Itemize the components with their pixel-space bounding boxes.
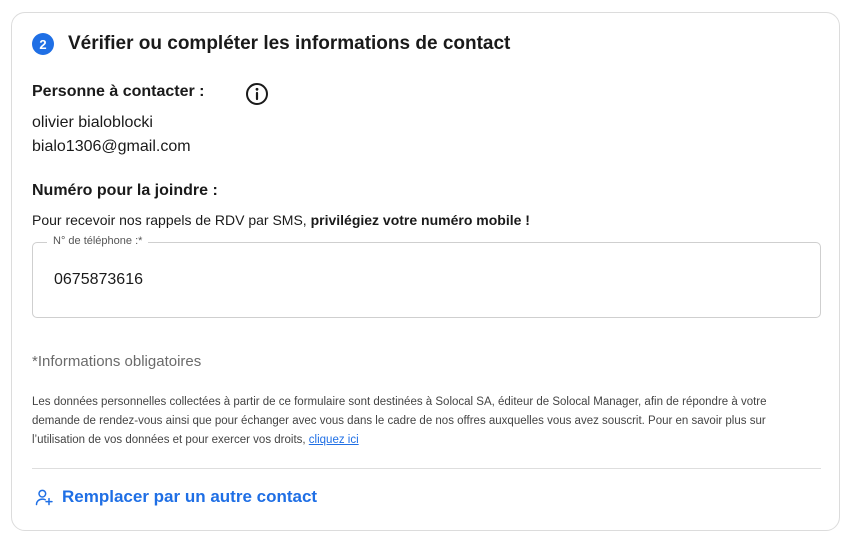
contact-name: olivier bialoblocki — [32, 114, 153, 131]
contact-person-label: Personne à contacter : — [32, 83, 205, 100]
contact-email: bialo1306@gmail.com — [32, 138, 191, 155]
sms-hint-emphasis: privilégiez votre numéro mobile ! — [310, 212, 530, 228]
legal-notice: Les données personnelles collectées à pa… — [32, 393, 817, 450]
info-icon[interactable] — [245, 82, 269, 106]
replace-contact-button[interactable]: Remplacer par un autre contact — [34, 487, 317, 507]
phone-section-label: Numéro pour la joindre : — [32, 182, 218, 199]
sms-hint: Pour recevoir nos rappels de RDV par SMS… — [32, 212, 530, 228]
sms-hint-text: Pour recevoir nos rappels de RDV par SMS… — [32, 212, 311, 228]
user-plus-icon — [35, 489, 53, 506]
divider — [32, 468, 821, 469]
step-number-badge: 2 — [32, 33, 54, 55]
contact-info-card: 2 Vérifier ou compléter les informations… — [11, 12, 840, 531]
phone-input[interactable] — [54, 271, 454, 289]
step-header: 2 Vérifier ou compléter les informations… — [32, 33, 510, 55]
mandatory-note: *Informations obligatoires — [32, 353, 202, 370]
phone-field[interactable]: N° de téléphone :* — [32, 235, 821, 318]
step-title: Vérifier ou compléter les informations d… — [68, 33, 511, 54]
replace-contact-label: Remplacer par un autre contact — [62, 487, 318, 506]
legal-link[interactable]: cliquez ici — [309, 434, 359, 446]
legal-text: Les données personnelles collectées à pa… — [32, 396, 767, 446]
phone-field-label: N° de téléphone :* — [47, 235, 149, 247]
